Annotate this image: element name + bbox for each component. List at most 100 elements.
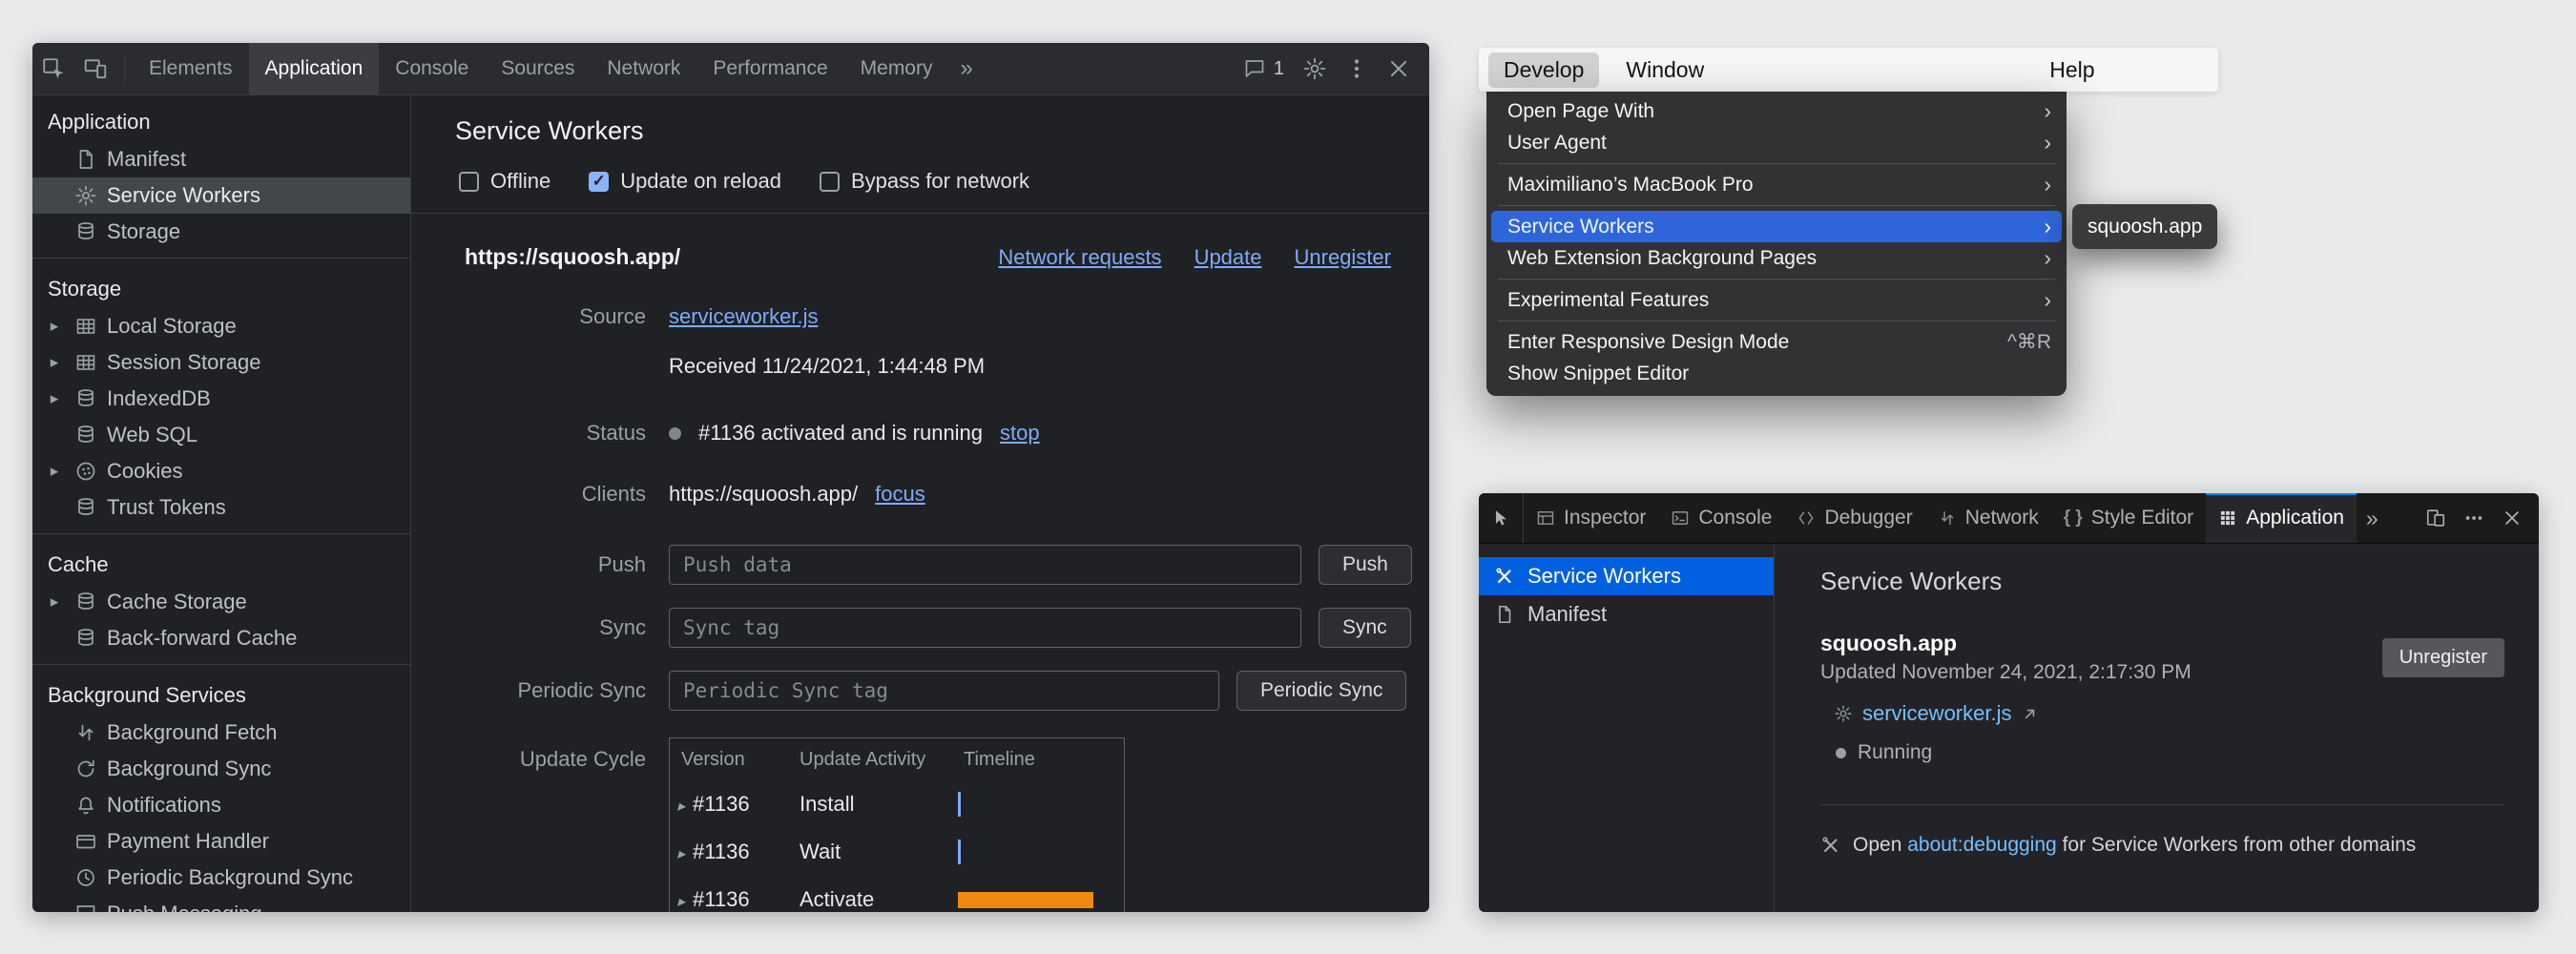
tab-inspector[interactable]: Inspector bbox=[1524, 493, 1658, 543]
unregister-link[interactable]: Unregister bbox=[1295, 245, 1391, 270]
sidebar-item-cache-storage[interactable]: Cache Storage bbox=[32, 584, 410, 620]
update-cycle-row-activate[interactable]: #1136 Activate bbox=[670, 876, 1124, 912]
status-row: Status #1136 activated and is running st… bbox=[411, 421, 1429, 446]
push-button[interactable]: Push bbox=[1319, 545, 1412, 585]
expand-icon[interactable] bbox=[44, 353, 65, 372]
sidebar-item-session-storage[interactable]: Session Storage bbox=[32, 344, 410, 381]
sidebar-item-storage[interactable]: Storage bbox=[32, 214, 410, 250]
sidebar-item-back-forward-cache[interactable]: Back-forward Cache bbox=[32, 620, 410, 656]
worker-icon bbox=[1834, 704, 1853, 723]
menu-item-show-snippet-editor[interactable]: Show Snippet Editor bbox=[1486, 358, 2067, 389]
expand-icon[interactable] bbox=[44, 592, 65, 612]
menu-item-experimental-features[interactable]: Experimental Features bbox=[1486, 284, 2067, 316]
update-cycle-row-install[interactable]: #1136 Install bbox=[670, 780, 1124, 828]
update-cycle-row-wait[interactable]: #1136 Wait bbox=[670, 828, 1124, 876]
database-icon bbox=[74, 627, 97, 650]
sidebar-item-background-sync[interactable]: Background Sync bbox=[32, 751, 410, 787]
menu-item-user-agent[interactable]: User Agent bbox=[1486, 127, 2067, 158]
application-panel-sidebar: Application Manifest Service Workers Sto… bbox=[32, 95, 411, 912]
menu-item-enter-responsive-design-mode[interactable]: Enter Responsive Design Mode ^⌘R bbox=[1486, 326, 2067, 358]
sidebar-item-background-fetch[interactable]: Background Fetch bbox=[32, 715, 410, 751]
jump-to-source-icon[interactable] bbox=[2021, 705, 2039, 723]
checkbox-offline[interactable]: Offline bbox=[459, 169, 551, 194]
checkbox-box-checked[interactable] bbox=[589, 172, 609, 192]
checkbox-update-on-reload[interactable]: Update on reload bbox=[589, 169, 781, 194]
expand-icon[interactable] bbox=[44, 462, 65, 481]
focus-link[interactable]: focus bbox=[875, 482, 925, 507]
tab-performance[interactable]: Performance bbox=[696, 43, 843, 94]
tab-style-editor[interactable]: { } Style Editor bbox=[2051, 493, 2206, 543]
device-toolbar-icon[interactable] bbox=[74, 43, 116, 94]
source-file-link[interactable]: serviceworker.js bbox=[669, 304, 818, 329]
more-options-icon[interactable] bbox=[1336, 43, 1378, 94]
expand-icon[interactable] bbox=[44, 317, 65, 336]
menu-item-open-page-with[interactable]: Open Page With bbox=[1486, 95, 2067, 127]
worker-script-row: serviceworker.js bbox=[1834, 701, 2504, 726]
update-link[interactable]: Update bbox=[1195, 245, 1262, 270]
tab-elements[interactable]: Elements bbox=[133, 43, 249, 94]
meatball-menu-icon[interactable] bbox=[2455, 493, 2493, 543]
sidebar-item-cookies[interactable]: Cookies bbox=[32, 453, 410, 489]
menu-item-web-extension-background-pages[interactable]: Web Extension Background Pages bbox=[1486, 242, 2067, 274]
expand-icon[interactable] bbox=[677, 887, 691, 912]
stop-link[interactable]: stop bbox=[1000, 421, 1040, 446]
push-data-input[interactable] bbox=[669, 545, 1301, 585]
menubar-item-help[interactable]: Help bbox=[2034, 52, 2109, 88]
sidebar-item-trust-tokens[interactable]: Trust Tokens bbox=[32, 489, 410, 526]
menu-item-service-workers[interactable]: Service Workers bbox=[1491, 211, 2062, 242]
tab-network[interactable]: Network bbox=[1925, 493, 2051, 543]
tab-network[interactable]: Network bbox=[591, 43, 696, 94]
responsive-design-mode-icon[interactable] bbox=[2417, 493, 2455, 543]
menu-item-macbook-pro[interactable]: Maximiliano’s MacBook Pro bbox=[1486, 169, 2067, 200]
tab-memory[interactable]: Memory bbox=[844, 43, 949, 94]
sync-tag-input[interactable] bbox=[669, 608, 1301, 648]
worker-status-row: Running bbox=[1836, 741, 2504, 764]
close-devtools-icon[interactable] bbox=[1378, 43, 1420, 94]
sidebar-item-service-workers[interactable]: Service Workers bbox=[1479, 557, 1774, 595]
menubar-item-window[interactable]: Window bbox=[1610, 52, 1719, 88]
sidebar-section-storage: Storage Local Storage Session Storage In… bbox=[32, 259, 410, 534]
service-workers-submenu[interactable]: squoosh.app bbox=[2072, 204, 2217, 249]
periodic-sync-button[interactable]: Periodic Sync bbox=[1236, 671, 1406, 711]
issues-counter[interactable]: 1 bbox=[1234, 57, 1294, 80]
sync-button[interactable]: Sync bbox=[1319, 608, 1411, 648]
grid-icon bbox=[2218, 508, 2237, 528]
inspect-element-icon[interactable] bbox=[32, 43, 74, 94]
tab-application[interactable]: Application bbox=[249, 43, 380, 94]
periodic-sync-tag-input[interactable] bbox=[669, 671, 1219, 711]
checkbox-bypass-for-network[interactable]: Bypass for network bbox=[820, 169, 1029, 194]
sidebar-item-manifest[interactable]: Manifest bbox=[32, 141, 410, 177]
settings-gear-icon[interactable] bbox=[1294, 43, 1336, 94]
update-cycle-header: Version Update Activity Timeline bbox=[670, 738, 1124, 780]
sidebar-item-payment-handler[interactable]: Payment Handler bbox=[32, 823, 410, 860]
more-tabs-icon[interactable]: » bbox=[2357, 493, 2388, 543]
sidebar-item-local-storage[interactable]: Local Storage bbox=[32, 308, 410, 344]
checkbox-box[interactable] bbox=[820, 172, 840, 192]
sidebar-item-web-sql[interactable]: Web SQL bbox=[32, 417, 410, 453]
expand-icon[interactable] bbox=[44, 389, 65, 408]
sidebar-item-service-workers[interactable]: Service Workers bbox=[32, 177, 410, 214]
sidebar-item-indexeddb[interactable]: IndexedDB bbox=[32, 381, 410, 417]
tab-sources[interactable]: Sources bbox=[485, 43, 591, 94]
more-tabs-icon[interactable]: » bbox=[948, 55, 984, 82]
sidebar-item-manifest[interactable]: Manifest bbox=[1479, 595, 1774, 633]
checkbox-box[interactable] bbox=[459, 172, 479, 192]
pick-element-icon[interactable] bbox=[1479, 493, 1524, 543]
firefox-devtools-window: Inspector Console Debugger Network { } S… bbox=[1479, 493, 2539, 912]
menubar-item-develop[interactable]: Develop bbox=[1488, 52, 1599, 88]
tab-debugger[interactable]: Debugger bbox=[1784, 493, 1924, 543]
expand-icon[interactable] bbox=[677, 840, 691, 864]
unregister-button[interactable]: Unregister bbox=[2382, 638, 2504, 677]
tab-console[interactable]: Console bbox=[379, 43, 485, 94]
serviceworker-script-link[interactable]: serviceworker.js bbox=[1862, 701, 2011, 726]
sidebar-item-periodic-background-sync[interactable]: Periodic Background Sync bbox=[32, 860, 410, 896]
sidebar-item-push-messaging[interactable]: Push Messaging bbox=[32, 896, 410, 912]
submenu-item-squoosh-app[interactable]: squoosh.app bbox=[2088, 216, 2202, 238]
tab-console[interactable]: Console bbox=[1658, 493, 1784, 543]
about-debugging-link[interactable]: about:debugging bbox=[1907, 834, 2057, 856]
close-devtools-icon[interactable] bbox=[2493, 493, 2531, 543]
network-requests-link[interactable]: Network requests bbox=[998, 245, 1161, 270]
tab-application[interactable]: Application bbox=[2206, 493, 2357, 543]
expand-icon[interactable] bbox=[677, 792, 691, 817]
sidebar-item-notifications[interactable]: Notifications bbox=[32, 787, 410, 823]
